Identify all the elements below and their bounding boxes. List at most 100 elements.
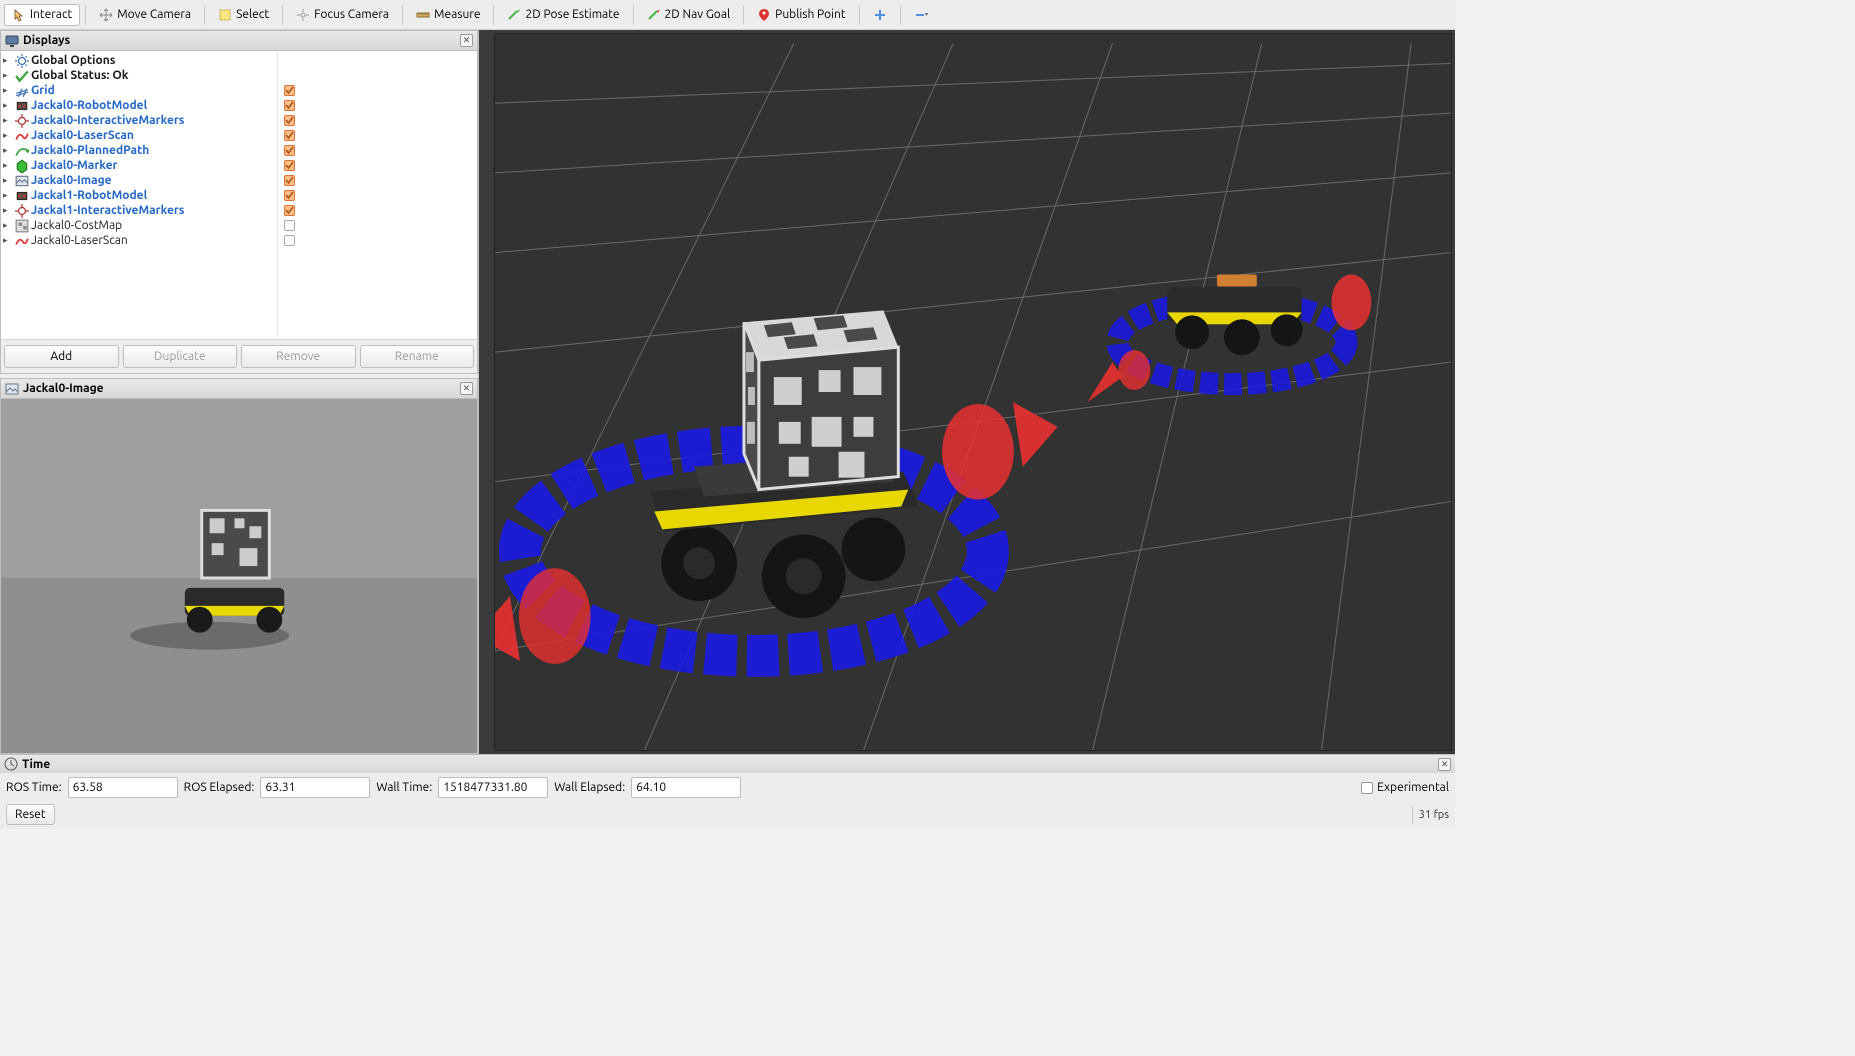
imarker-icon: [15, 114, 29, 128]
time-title: Time: [22, 758, 1434, 771]
checkbox-icon: [284, 130, 295, 141]
separator: [493, 5, 494, 25]
measure-icon: [416, 8, 430, 22]
tree-row[interactable]: ▸Jackal0-InteractiveMarkers: [1, 113, 277, 128]
checkbox-icon: [284, 205, 295, 216]
tree-label: Jackal0-Marker: [31, 159, 117, 172]
minus-dropdown-button[interactable]: [906, 4, 936, 26]
add-button[interactable]: Add: [4, 345, 119, 368]
interact-button[interactable]: Interact: [4, 4, 80, 26]
ros-elapsed-input[interactable]: [260, 777, 370, 798]
tree-check-row: [278, 53, 477, 68]
close-image-button[interactable]: ✕: [460, 382, 473, 395]
robot-icon: [15, 99, 29, 113]
checkbox-icon: [284, 235, 295, 246]
checkbox-icon: [284, 220, 295, 231]
pose-estimate-label: 2D Pose Estimate: [525, 8, 619, 21]
tree-check-row[interactable]: [278, 158, 477, 173]
tree-row[interactable]: ▸Jackal0-LaserScan: [1, 128, 277, 143]
nav-goal-icon: [647, 8, 661, 22]
tree-check-row[interactable]: [278, 173, 477, 188]
time-header[interactable]: Time ✕: [0, 755, 1455, 773]
checkbox-icon: [284, 100, 295, 111]
focus-camera-button[interactable]: Focus Camera: [288, 4, 397, 26]
publish-point-button[interactable]: Publish Point: [749, 4, 853, 26]
pose-estimate-icon: [507, 8, 521, 22]
focus-camera-label: Focus Camera: [314, 8, 389, 21]
tree-label: Grid: [31, 84, 55, 97]
separator: [85, 5, 86, 25]
displays-header[interactable]: Displays ✕: [1, 31, 477, 51]
imarker-icon: [15, 204, 29, 218]
laser-icon: [15, 234, 29, 248]
tree-check-row[interactable]: [278, 113, 477, 128]
tree-row[interactable]: ▸Grid: [1, 83, 277, 98]
measure-button[interactable]: Measure: [408, 4, 488, 26]
tree-check-row[interactable]: [278, 98, 477, 113]
wall-elapsed-input[interactable]: [631, 777, 741, 798]
remove-button[interactable]: Remove: [241, 345, 356, 368]
select-button[interactable]: Select: [210, 4, 277, 26]
tree-row[interactable]: ▸Jackal0-LaserScan: [1, 233, 277, 248]
rename-button[interactable]: Rename: [360, 345, 475, 368]
select-label: Select: [236, 8, 269, 21]
tree-check-row[interactable]: [278, 218, 477, 233]
separator: [633, 5, 634, 25]
wall-time-label: Wall Time:: [376, 781, 432, 794]
tree-row[interactable]: ▸Jackal0-PlannedPath: [1, 143, 277, 158]
image-view[interactable]: [1, 399, 477, 753]
tree-label: Jackal0-LaserScan: [31, 129, 134, 142]
tree-row[interactable]: ▸Jackal1-InteractiveMarkers: [1, 203, 277, 218]
costmap-icon: [15, 219, 29, 233]
separator: [402, 5, 403, 25]
tree-label: Jackal0-PlannedPath: [31, 144, 149, 157]
duplicate-button[interactable]: Duplicate: [123, 345, 238, 368]
reset-button[interactable]: Reset: [6, 804, 55, 825]
reset-row: Reset 31 fps: [0, 802, 1455, 829]
experimental-checkbox[interactable]: Experimental: [1361, 781, 1449, 794]
image-icon: [5, 382, 19, 396]
check-icon: [15, 69, 29, 83]
tree-row[interactable]: ▸Jackal0-Image: [1, 173, 277, 188]
fps-label: 31 fps: [1412, 806, 1449, 824]
wall-time-input[interactable]: [438, 777, 548, 798]
tree-row[interactable]: ▸Jackal1-RobotModel: [1, 188, 277, 203]
toolbar: Interact Move Camera Select Focus Camera…: [0, 0, 1455, 30]
path-icon: [15, 144, 29, 158]
tree-row[interactable]: ▸Global Options: [1, 53, 277, 68]
3d-viewport[interactable]: [494, 33, 1452, 751]
tree-check-row[interactable]: [278, 203, 477, 218]
image-panel: Jackal0-Image ✕: [0, 378, 478, 754]
tree-check-row[interactable]: [278, 188, 477, 203]
plus-tool-button[interactable]: [865, 4, 895, 26]
tree-check-row[interactable]: [278, 128, 477, 143]
tree-check-row[interactable]: [278, 233, 477, 248]
tree-label: Jackal0-LaserScan: [31, 234, 128, 247]
right-column: [479, 30, 1455, 754]
tree-check-row[interactable]: [278, 83, 477, 98]
tree-check-row: [278, 68, 477, 83]
close-displays-button[interactable]: ✕: [460, 34, 473, 47]
tree-row[interactable]: ▸Jackal0-RobotModel: [1, 98, 277, 113]
plus-icon: [873, 8, 887, 22]
tree-check-row[interactable]: [278, 143, 477, 158]
nav-goal-label: 2D Nav Goal: [665, 8, 731, 21]
rviz-window: Interact Move Camera Select Focus Camera…: [0, 0, 1455, 829]
nav-goal-button[interactable]: 2D Nav Goal: [639, 4, 739, 26]
tree-row[interactable]: ▸Jackal0-Marker: [1, 158, 277, 173]
displays-tree[interactable]: ▸Global Options▸Global Status: Ok▸Grid▸J…: [1, 51, 477, 339]
image-header[interactable]: Jackal0-Image ✕: [1, 379, 477, 399]
pose-estimate-button[interactable]: 2D Pose Estimate: [499, 4, 627, 26]
checkbox-icon: [284, 85, 295, 96]
move-camera-button[interactable]: Move Camera: [91, 4, 199, 26]
tree-row[interactable]: ▸Global Status: Ok: [1, 68, 277, 83]
close-time-button[interactable]: ✕: [1438, 758, 1451, 771]
select-icon: [218, 8, 232, 22]
ros-elapsed-label: ROS Elapsed:: [184, 781, 255, 794]
main-row: Displays ✕ ▸Global Options▸Global Status…: [0, 30, 1455, 754]
image-icon: [15, 174, 29, 188]
tree-label: Jackal0-InteractiveMarkers: [31, 114, 184, 127]
tree-row[interactable]: ▸Jackal0-CostMap: [1, 218, 277, 233]
ros-time-input[interactable]: [68, 777, 178, 798]
separator: [282, 5, 283, 25]
